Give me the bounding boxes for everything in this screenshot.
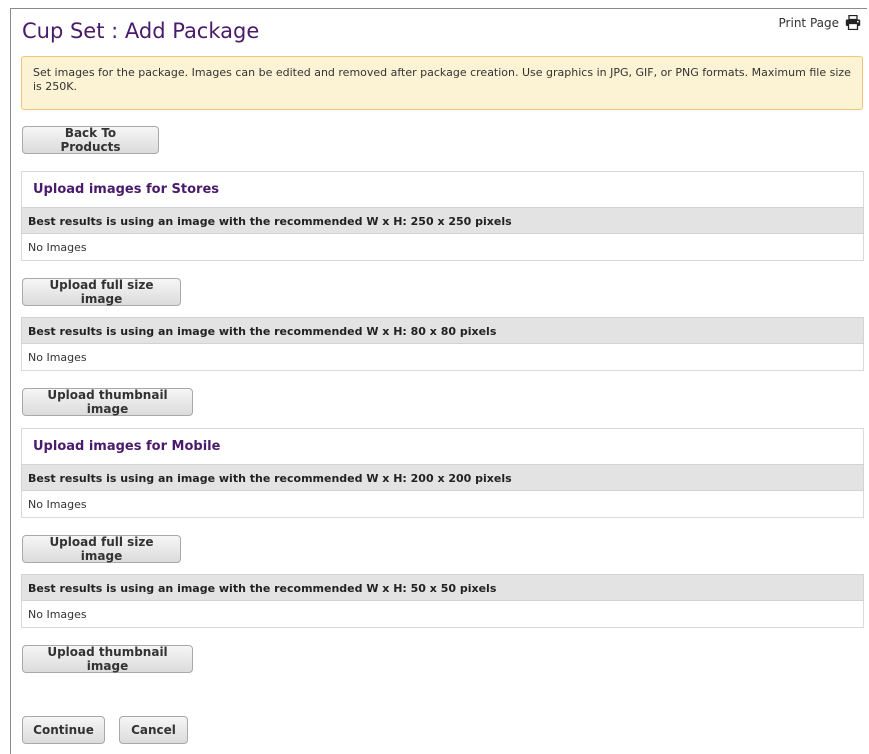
- back-to-products-button[interactable]: Back To Products: [22, 126, 159, 154]
- mobile-upload-thumbnail-button[interactable]: Upload thumbnail image: [22, 645, 193, 673]
- mobile-upload-full-size-button[interactable]: Upload full size image: [22, 535, 181, 563]
- stores-thumbnail-status: No Images: [21, 344, 864, 371]
- stores-thumbnail-hint: Best results is using an image with the …: [21, 317, 864, 344]
- printer-icon: [845, 15, 861, 30]
- mobile-full-size-hint: Best results is using an image with the …: [21, 464, 864, 491]
- mobile-full-size-status: No Images: [21, 491, 864, 518]
- print-page-link[interactable]: Print Page: [779, 15, 861, 30]
- stores-upload-full-size-button[interactable]: Upload full size image: [22, 278, 181, 306]
- continue-button[interactable]: Continue: [22, 716, 105, 744]
- stores-full-size-hint: Best results is using an image with the …: [21, 207, 864, 234]
- page-title: Cup Set : Add Package: [22, 19, 260, 43]
- stores-full-size-status: No Images: [21, 234, 864, 261]
- mobile-thumbnail-hint: Best results is using an image with the …: [21, 574, 864, 601]
- mobile-section-heading: Upload images for Mobile: [21, 428, 864, 465]
- mobile-thumbnail-status: No Images: [21, 601, 864, 628]
- stores-upload-thumbnail-button[interactable]: Upload thumbnail image: [22, 388, 193, 416]
- info-notice: Set images for the package. Images can b…: [21, 56, 863, 110]
- stores-section-heading: Upload images for Stores: [21, 171, 864, 208]
- cancel-button[interactable]: Cancel: [119, 716, 188, 744]
- page-frame: [10, 8, 867, 754]
- print-page-label: Print Page: [778, 15, 839, 30]
